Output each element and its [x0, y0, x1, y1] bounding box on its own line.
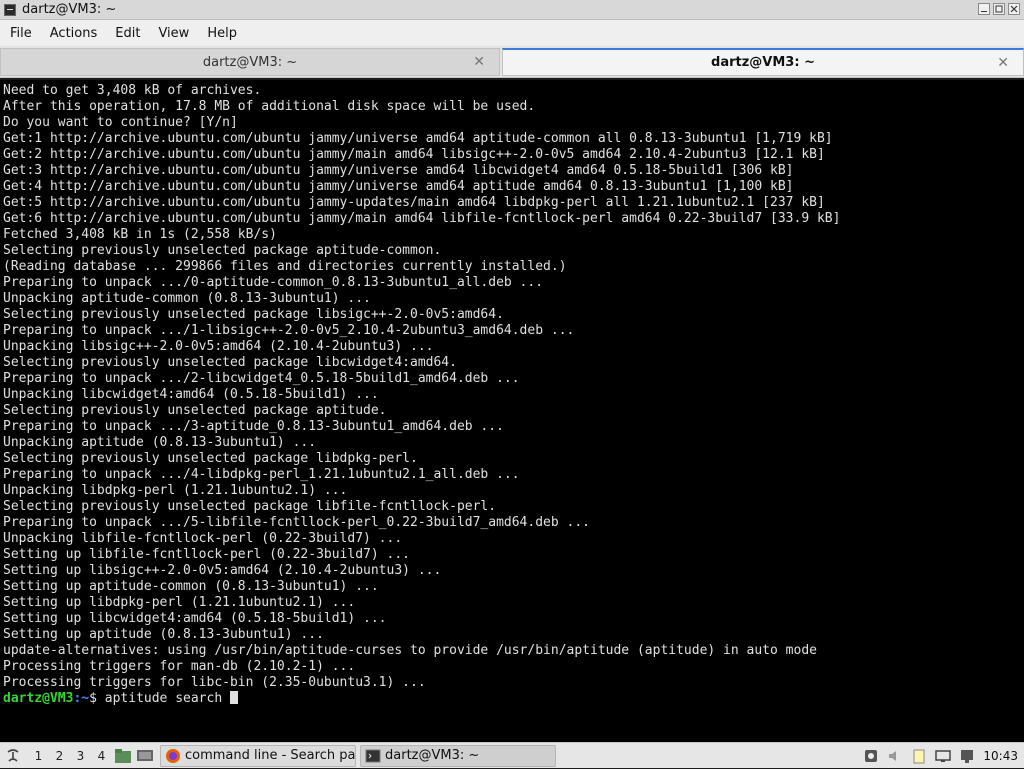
terminal-line: After this operation, 17.8 MB of additio…: [3, 99, 536, 114]
terminal-line: Preparing to unpack .../0-aptitude-commo…: [3, 275, 544, 290]
terminal-line: Processing triggers for libc-bin (2.35-0…: [3, 675, 426, 690]
file-manager-launcher[interactable]: [114, 747, 132, 765]
terminal-line: Setting up aptitude-common (0.8.13-3ubun…: [3, 579, 379, 594]
minimize-icon: [981, 11, 987, 12]
text-cursor: [230, 691, 238, 704]
prompt-path: :~: [73, 691, 90, 706]
terminal-line: Get:6 http://archive.ubuntu.com/ubuntu j…: [3, 211, 841, 226]
show-desktop-icon: [137, 749, 153, 761]
terminal-view[interactable]: Need to get 3,408 kB of archives. After t…: [0, 80, 1024, 742]
terminal-line: Selecting previously unselected package …: [3, 403, 387, 418]
firefox-icon: [166, 748, 180, 763]
terminal-line: (Reading database ... 299866 files and d…: [3, 259, 567, 274]
minimize-button[interactable]: [978, 3, 990, 15]
folder-icon: [115, 748, 131, 763]
clipboard-icon: [913, 749, 925, 764]
terminal-line: Setting up aptitude (0.8.13-3ubuntu1) ..…: [3, 627, 324, 642]
tab-close-icon[interactable]: ✕: [473, 54, 485, 70]
maximize-button[interactable]: [993, 3, 1005, 15]
tab-terminal-2[interactable]: dartz@VM3: ~ ✕: [502, 48, 1024, 76]
tray-network[interactable]: [958, 747, 976, 765]
tray-display[interactable]: [934, 747, 952, 765]
terminal-line: Unpacking aptitude-common (0.8.13-3ubunt…: [3, 291, 371, 306]
terminal-line: Setting up libsigc++-2.0-0v5:amd64 (2.10…: [3, 563, 442, 578]
tray-volume[interactable]: [886, 747, 904, 765]
prompt-user: dartz@VM3: [3, 691, 74, 706]
terminal-line: Processing triggers for man-db (2.10.2-1…: [3, 659, 356, 674]
terminal-line: Get:5 http://archive.ubuntu.com/ubuntu j…: [3, 195, 825, 210]
terminal-line: Selecting previously unselected package …: [3, 355, 457, 370]
terminal-line: Setting up libfile-fcntllock-perl (0.22-…: [3, 547, 410, 562]
monitor-icon: [935, 750, 952, 762]
window-title: dartz@VM3: ~: [22, 2, 117, 17]
terminal-line: Unpacking libsigc++-2.0-0v5:amd64 (2.10.…: [3, 339, 434, 354]
clock[interactable]: 10:43: [983, 749, 1018, 763]
network-icon: [961, 750, 974, 763]
terminal-line: Selecting previously unselected package …: [3, 451, 418, 466]
app-menu-icon: [7, 748, 19, 762]
terminal-line: Preparing to unpack .../2-libcwidget4_0.…: [3, 371, 520, 386]
menu-bar: File Actions Edit View Help: [0, 20, 1024, 46]
workspace-4[interactable]: 4: [91, 749, 112, 763]
taskbar: 1 2 3 4 command line - Search pac... dar…: [0, 742, 1024, 768]
workspace-1[interactable]: 1: [28, 749, 49, 763]
prompt-command: aptitude search: [96, 691, 230, 706]
terminal-line: Get:1 http://archive.ubuntu.com/ubuntu j…: [3, 131, 833, 146]
menu-view[interactable]: View: [148, 26, 197, 41]
tab-terminal-1[interactable]: dartz@VM3: ~ ✕: [0, 48, 500, 76]
terminal-line: Preparing to unpack .../5-libfile-fcntll…: [3, 515, 590, 530]
maximize-icon: [995, 5, 1003, 13]
window-controls: [978, 3, 1020, 15]
terminal-line: Selecting previously unselected package …: [3, 499, 497, 514]
volume-icon: [889, 751, 897, 761]
system-tray: 10:43: [859, 743, 1024, 769]
menu-file[interactable]: File: [0, 26, 40, 41]
tab-close-icon[interactable]: ✕: [997, 55, 1009, 71]
tab-bar: dartz@VM3: ~ ✕ dartz@VM3: ~ ✕: [0, 46, 1024, 78]
taskbar-task-firefox[interactable]: command line - Search pac...: [160, 744, 356, 767]
taskbar-task-terminal[interactable]: dartz@VM3: ~: [360, 744, 556, 767]
terminal-line: Fetched 3,408 kB in 1s (2,558 kB/s): [3, 227, 277, 242]
terminal-line: Preparing to unpack .../1-libsigc++-2.0-…: [3, 323, 575, 338]
terminal-line: update-alternatives: using /usr/bin/apti…: [3, 643, 817, 658]
tab-label: dartz@VM3: ~: [711, 55, 815, 70]
menu-help[interactable]: Help: [197, 26, 245, 41]
terminal-line: Get:4 http://archive.ubuntu.com/ubuntu j…: [3, 179, 794, 194]
terminal-line: Do you want to continue? [Y/n]: [3, 115, 238, 130]
terminal-line: Need to get 3,408 kB of archives.: [3, 83, 262, 98]
terminal-line: Unpacking libdpkg-perl (1.21.1ubuntu2.1)…: [3, 483, 348, 498]
window-titlebar[interactable]: dartz@VM3: ~: [0, 0, 1024, 20]
tray-clipboard[interactable]: [910, 747, 928, 765]
terminal-line: Preparing to unpack .../3-aptitude_0.8.1…: [3, 419, 504, 434]
terminal-line: Unpacking libfile-fcntllock-perl (0.22-3…: [3, 531, 403, 546]
terminal-icon: [4, 3, 16, 16]
terminal-line: Setting up libcwidget4:amd64 (0.5.18-5bu…: [3, 611, 387, 626]
terminal-output: Need to get 3,408 kB of archives. After t…: [0, 80, 1024, 707]
terminal-prompt-line[interactable]: dartz@VM3:~$ aptitude search: [3, 691, 1024, 707]
menu-actions[interactable]: Actions: [40, 26, 106, 41]
terminal-line: Get:3 http://archive.ubuntu.com/ubuntu j…: [3, 163, 794, 178]
close-icon: [1010, 5, 1018, 13]
workspace-2[interactable]: 2: [49, 749, 70, 763]
tray-item-1[interactable]: [862, 747, 880, 765]
start-menu-button[interactable]: [4, 747, 22, 765]
desktop-launcher[interactable]: [136, 747, 154, 765]
workspace-3[interactable]: 3: [70, 749, 91, 763]
update-icon: [865, 750, 878, 762]
terminal-line: Get:2 http://archive.ubuntu.com/ubuntu j…: [3, 147, 825, 162]
prompt-symbol: $: [89, 691, 97, 706]
terminal-line: Preparing to unpack .../4-libdpkg-perl_1…: [3, 467, 520, 482]
tab-label: dartz@VM3: ~: [202, 54, 298, 70]
terminal-line: Selecting previously unselected package …: [3, 243, 442, 258]
task-label: dartz@VM3: ~: [385, 748, 480, 763]
terminal-line: Selecting previously unselected package …: [3, 307, 504, 322]
close-button[interactable]: [1008, 3, 1020, 15]
menu-edit[interactable]: Edit: [105, 26, 148, 41]
terminal-line: Unpacking libcwidget4:amd64 (0.5.18-5bui…: [3, 387, 379, 402]
terminal-icon: [365, 749, 381, 762]
terminal-line: Setting up libdpkg-perl (1.21.1ubuntu2.1…: [3, 595, 356, 610]
task-label: command line - Search pac...: [185, 748, 356, 763]
terminal-line: Unpacking aptitude (0.8.13-3ubuntu1) ...: [3, 435, 317, 450]
